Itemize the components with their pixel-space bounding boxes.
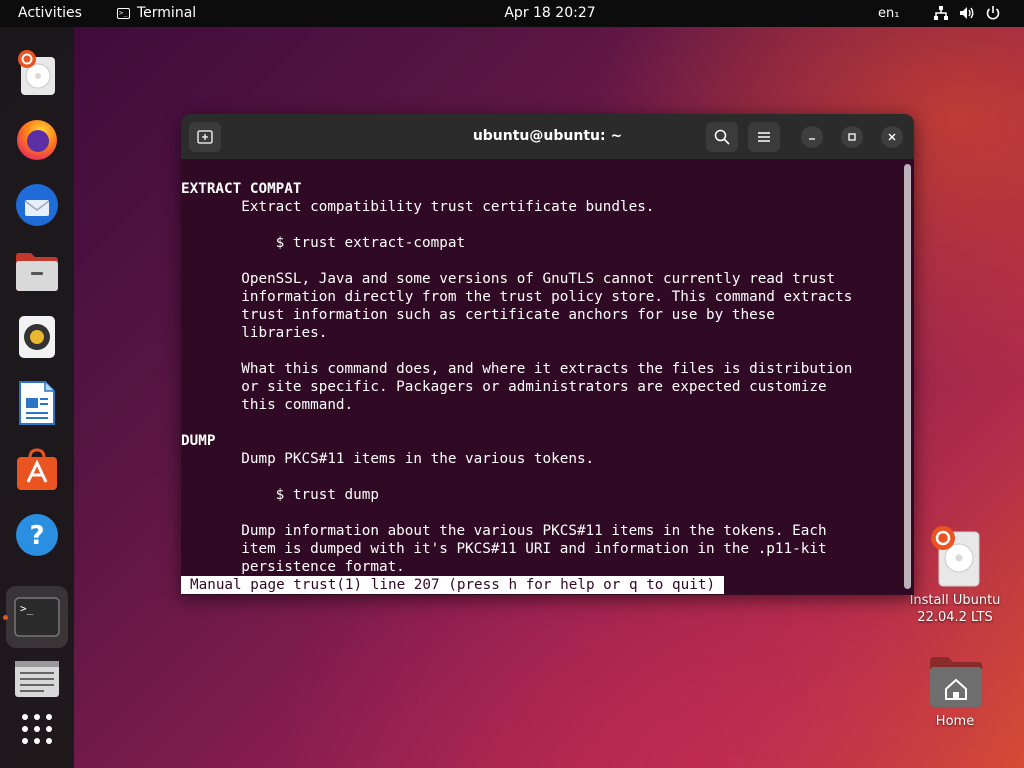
search-button[interactable] — [706, 122, 738, 152]
terminal-line: What this command does, and where it ext… — [181, 361, 853, 377]
libreoffice-writer-icon — [19, 381, 55, 425]
terminal-window[interactable]: ubuntu@ubuntu: ~ EXTRACT COMPAT Extract … — [181, 114, 914, 595]
clock[interactable]: Apr 18 20:27 — [0, 5, 1024, 21]
search-icon — [714, 129, 730, 145]
dock-item-rhythmbox[interactable] — [11, 311, 63, 363]
minimize-icon — [809, 138, 815, 140]
dock: ? >_ — [0, 27, 74, 768]
dock-item-terminal[interactable]: >_ — [6, 586, 68, 648]
scrollbar[interactable] — [904, 164, 911, 589]
dock-item-files[interactable] — [11, 245, 63, 297]
svg-text:>_: >_ — [20, 602, 34, 615]
network-icon — [934, 6, 948, 20]
terminal-line: item is dumped with it's PKCS#11 URI and… — [181, 541, 827, 557]
menu-button[interactable] — [748, 122, 780, 152]
app-grid-icon — [22, 714, 52, 744]
firefox-icon — [17, 120, 57, 160]
desktop-icon-label: Home — [935, 714, 975, 729]
man-section-heading: EXTRACT COMPAT — [181, 181, 302, 197]
terminal-icon: >_ — [14, 597, 60, 637]
desktop-icon-label: 22.04.2 LTS — [917, 610, 993, 625]
maximize-icon — [848, 133, 856, 141]
pager-status-line: Manual page trust(1) line 207 (press h f… — [181, 576, 725, 594]
running-indicator — [3, 615, 8, 620]
desktop-icon-home[interactable]: Home — [915, 655, 995, 730]
terminal-header-bar[interactable]: ubuntu@ubuntu: ~ — [181, 114, 914, 160]
hamburger-menu-icon — [758, 132, 770, 142]
dock-item-thunderbird[interactable] — [11, 179, 63, 231]
home-folder-icon — [930, 657, 982, 707]
dock-item-writer[interactable] — [11, 377, 63, 429]
volume-icon — [960, 7, 974, 19]
top-bar: Activities >_ Terminal Apr 18 20:27 en₁ — [0, 0, 1024, 27]
terminal-line: OpenSSL, Java and some versions of GnuTL… — [181, 271, 836, 287]
desktop-icon-label: Install Ubuntu — [909, 593, 1001, 608]
power-icon — [986, 6, 1000, 20]
dock-item-help[interactable]: ? — [11, 509, 63, 561]
svg-text:?: ? — [29, 521, 44, 551]
terminal-line: persistence format. — [181, 559, 405, 575]
close-button[interactable] — [881, 126, 903, 148]
files-icon — [16, 253, 58, 291]
ubuntu-installer-icon — [18, 50, 55, 95]
terminal-line: this command. — [181, 397, 354, 413]
terminal-line: libraries. — [181, 325, 328, 341]
desktop-icon-install-ubuntu[interactable]: Install Ubuntu 22.04.2 LTS — [900, 524, 1010, 626]
maximize-button[interactable] — [841, 126, 863, 148]
dock-item-software[interactable] — [11, 443, 63, 495]
show-apps-button[interactable] — [11, 703, 63, 755]
help-icon: ? — [16, 514, 58, 556]
minimize-button[interactable] — [801, 126, 823, 148]
ubuntu-installer-icon — [931, 526, 980, 587]
text-editor-icon — [15, 661, 59, 697]
terminal-line: Extract compatibility trust certificate … — [181, 199, 655, 215]
man-section-heading: DUMP — [181, 433, 216, 449]
dock-item-text-editor[interactable] — [11, 653, 63, 705]
terminal-line: Dump PKCS#11 items in the various tokens… — [181, 451, 595, 467]
terminal-line: or site specific. Packagers or administr… — [181, 379, 827, 395]
system-tray[interactable] — [933, 5, 1001, 21]
rhythmbox-icon — [19, 316, 55, 358]
thunderbird-icon — [16, 184, 58, 226]
dock-item-installer[interactable] — [11, 47, 63, 99]
dock-item-firefox[interactable] — [11, 113, 63, 165]
terminal-content[interactable]: EXTRACT COMPAT Extract compatibility tru… — [181, 160, 914, 595]
terminal-line: Dump information about the various PKCS#… — [181, 523, 827, 539]
input-language-indicator[interactable]: en₁ — [878, 6, 899, 21]
close-icon — [888, 133, 896, 141]
terminal-line: information directly from the trust poli… — [181, 289, 853, 305]
ubuntu-software-icon — [17, 448, 57, 490]
terminal-line: $ trust extract-compat — [181, 235, 466, 251]
terminal-line: $ trust dump — [181, 487, 379, 503]
terminal-line: trust information such as certificate an… — [181, 307, 775, 323]
